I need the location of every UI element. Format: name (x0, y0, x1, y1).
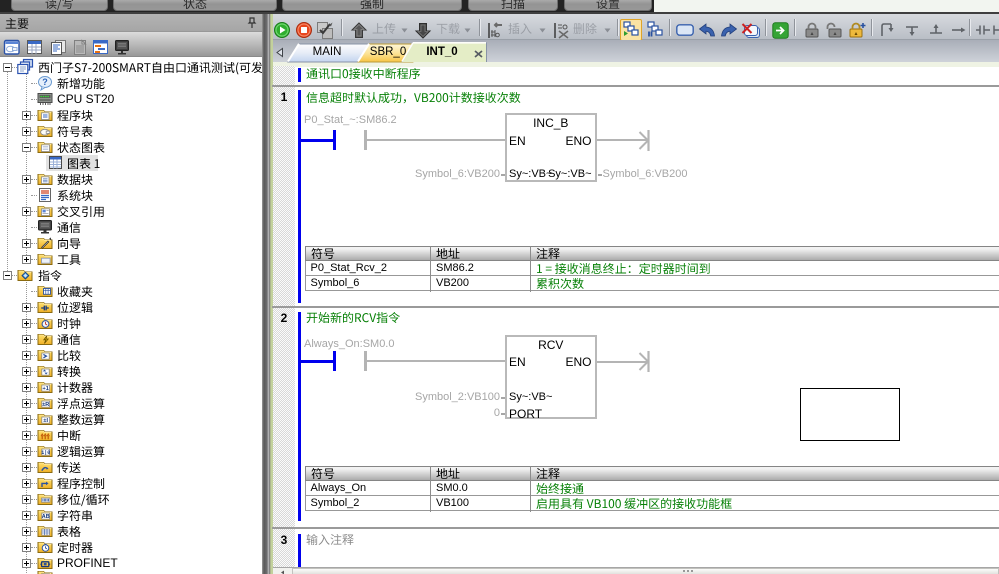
svg-text:±I: ±I (43, 418, 48, 424)
svg-text:?: ? (42, 77, 48, 87)
svg-text:+1: +1 (43, 386, 49, 392)
svg-text:±R: ±R (42, 402, 49, 408)
svg-text:1|0: 1|0 (41, 450, 50, 456)
svg-text:AB: AB (42, 514, 50, 520)
